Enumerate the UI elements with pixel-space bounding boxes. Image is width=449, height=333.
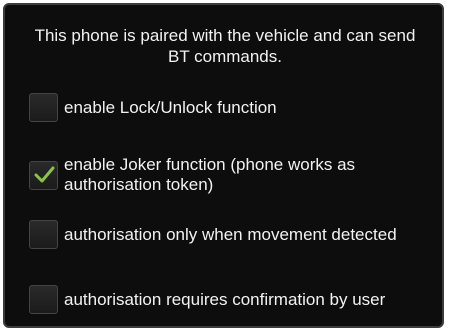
- option-lock-unlock[interactable]: enable Lock/Unlock function: [29, 93, 444, 122]
- joker-label: enable Joker function (phone works as au…: [64, 155, 356, 194]
- user-confirmation-checkbox[interactable]: [29, 285, 58, 314]
- checkmark-icon: [34, 166, 54, 183]
- option-user-confirmation[interactable]: authorisation requires confirmation by u…: [29, 285, 444, 314]
- lock-unlock-label: enable Lock/Unlock function: [64, 97, 277, 117]
- user-confirmation-label: authorisation requires confirmation by u…: [64, 289, 386, 309]
- pairing-info-text: This phone is paired with the vehicle an…: [34, 26, 416, 66]
- option-joker[interactable]: enable Joker function (phone works as au…: [29, 155, 444, 195]
- lock-unlock-checkbox[interactable]: [29, 93, 58, 122]
- option-movement-detected[interactable]: authorisation only when movement detecte…: [29, 220, 444, 249]
- joker-checkbox[interactable]: [29, 160, 58, 190]
- bluetooth-settings-dialog: This phone is paired with the vehicle an…: [3, 3, 444, 328]
- movement-detected-checkbox[interactable]: [29, 220, 58, 249]
- movement-detected-label: authorisation only when movement detecte…: [64, 224, 397, 244]
